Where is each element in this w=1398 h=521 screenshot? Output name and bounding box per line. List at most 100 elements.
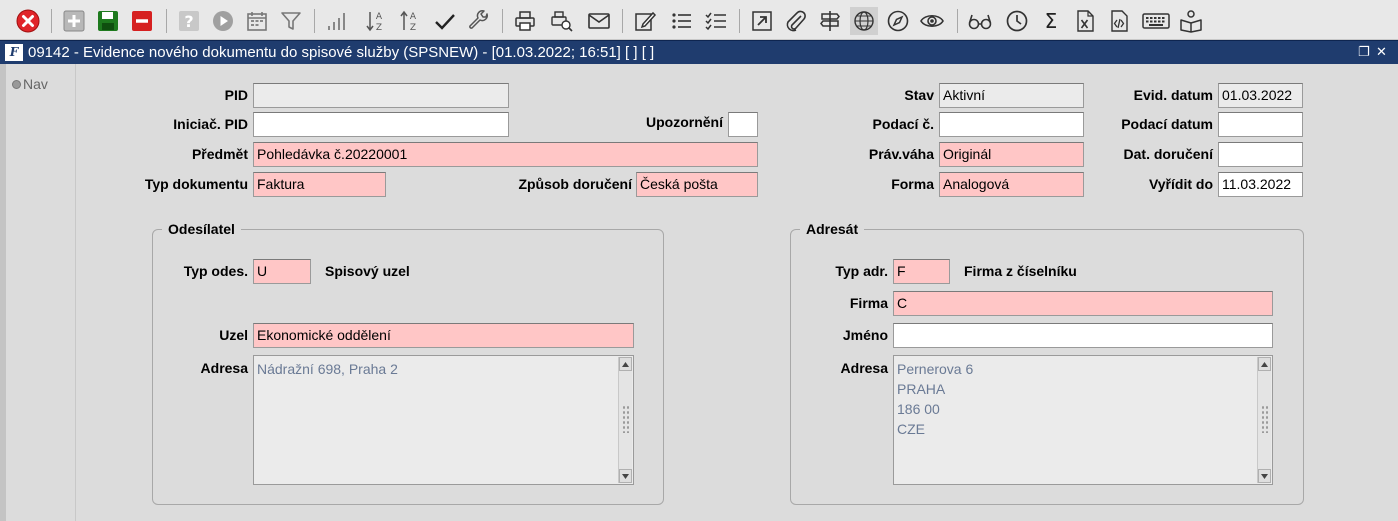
- scroll-down-icon[interactable]: [1258, 469, 1271, 483]
- typ-dokumentu-label: Typ dokumentu: [144, 176, 248, 192]
- scroll-grip[interactable]: [622, 405, 629, 433]
- open-external-icon[interactable]: [748, 7, 776, 35]
- typ-adr-label: Typ adr.: [835, 263, 888, 279]
- radio-icon: [12, 79, 21, 89]
- upozorneni-field[interactable]: [728, 112, 758, 137]
- window-close-icon[interactable]: ✕: [1376, 44, 1387, 60]
- adresat-adresa-scrollbar[interactable]: [1257, 357, 1271, 483]
- edit-icon[interactable]: [631, 7, 659, 35]
- upozorneni-label: Upozornění: [646, 114, 723, 130]
- dat-doruceni-field[interactable]: [1218, 142, 1303, 167]
- vyridit-do-label: Vyřídit do: [1148, 176, 1213, 192]
- firma-label: Firma: [849, 295, 888, 311]
- reader-icon[interactable]: [1177, 7, 1205, 35]
- play-icon[interactable]: [209, 7, 237, 35]
- adresat-adresa-label: Adresa: [840, 360, 888, 376]
- sum-icon[interactable]: Σ: [1037, 7, 1065, 35]
- jmeno-label: Jméno: [842, 327, 888, 343]
- forma-field[interactable]: Analogová: [939, 172, 1084, 197]
- nav-label: Nav: [23, 76, 48, 92]
- pid-label: PID: [224, 87, 248, 103]
- odesilatel-title: Odesílatel: [162, 220, 241, 238]
- wrench-icon[interactable]: [465, 7, 493, 35]
- svg-text:Z: Z: [376, 23, 382, 33]
- evid-datum-field[interactable]: 01.03.2022: [1218, 83, 1303, 108]
- eye-icon[interactable]: [918, 7, 946, 35]
- compass-icon[interactable]: [884, 7, 912, 35]
- firma-field[interactable]: C: [893, 291, 1273, 316]
- odesilatel-adresa-label: Adresa: [200, 360, 248, 376]
- adresa-line: Nádražní 698, Praha 2: [257, 361, 398, 377]
- zpusob-doruceni-label: Způsob doručení: [518, 176, 632, 192]
- typ-adr-field[interactable]: F: [893, 259, 950, 284]
- window-title-bar: F 09142 - Evidence nového dokumentu do s…: [0, 40, 1398, 64]
- globe-icon[interactable]: [850, 7, 878, 35]
- stav-field[interactable]: Aktivní: [939, 83, 1084, 108]
- podaci-c-label: Podací č.: [872, 116, 934, 132]
- predmet-field[interactable]: Pohledávka č.20220001: [253, 142, 758, 167]
- podaci-c-field[interactable]: [939, 112, 1084, 137]
- uzel-label: Uzel: [219, 327, 248, 343]
- uzel-field[interactable]: Ekonomické oddělení: [253, 323, 634, 348]
- close-icon[interactable]: [14, 7, 42, 35]
- list-icon[interactable]: [668, 7, 696, 35]
- adresa-line: CZE: [897, 421, 925, 437]
- mail-icon[interactable]: [585, 7, 613, 35]
- svg-text:Σ: Σ: [1045, 9, 1058, 33]
- print-icon[interactable]: [511, 7, 539, 35]
- prav-vaha-field[interactable]: Originál: [939, 142, 1084, 167]
- excel-icon[interactable]: [1071, 7, 1099, 35]
- forma-label: Forma: [891, 176, 934, 192]
- checklist-icon[interactable]: [702, 7, 730, 35]
- sort-desc-icon[interactable]: AZ: [362, 7, 390, 35]
- pid-field[interactable]: [253, 83, 509, 108]
- svg-text:Z: Z: [410, 23, 416, 33]
- restore-icon[interactable]: ❐: [1358, 44, 1370, 60]
- scroll-up-icon[interactable]: [619, 357, 632, 371]
- bar-chart-icon[interactable]: [323, 7, 351, 35]
- signpost-icon[interactable]: [816, 7, 844, 35]
- scroll-up-icon[interactable]: [1258, 357, 1271, 371]
- scroll-down-icon[interactable]: [619, 469, 632, 483]
- window-title: 09142 - Evidence nového dokumentu do spi…: [28, 44, 655, 61]
- toolbar: ? AZ AZ Σ: [0, 0, 1398, 40]
- podaci-datum-field[interactable]: [1218, 112, 1303, 137]
- clock-icon[interactable]: [1003, 7, 1031, 35]
- delete-icon[interactable]: [128, 7, 156, 35]
- typ-dokumentu-field[interactable]: Faktura: [253, 172, 386, 197]
- svg-text:A: A: [410, 12, 417, 22]
- prav-vaha-label: Práv.váha: [868, 146, 934, 162]
- calendar-icon[interactable]: [243, 7, 271, 35]
- save-icon[interactable]: [94, 7, 122, 35]
- typ-odes-desc: Spisový uzel: [325, 263, 410, 279]
- podaci-datum-label: Podací datum: [1121, 116, 1213, 132]
- odesilatel-adresa-scrollbar[interactable]: [618, 357, 632, 483]
- adresat-adresa-textarea[interactable]: Pernerova 6 PRAHA 186 00 CZE: [893, 355, 1273, 485]
- typ-odes-field[interactable]: U: [253, 259, 311, 284]
- glasses-icon[interactable]: [966, 7, 994, 35]
- print-preview-icon[interactable]: [547, 7, 575, 35]
- scroll-grip[interactable]: [1261, 405, 1268, 433]
- sort-asc-icon[interactable]: AZ: [396, 7, 424, 35]
- keyboard-icon[interactable]: [1141, 7, 1171, 35]
- dat-doruceni-label: Dat. doručení: [1123, 146, 1213, 162]
- iniciac-pid-field[interactable]: [253, 112, 509, 137]
- typ-odes-label: Typ odes.: [183, 263, 248, 279]
- check-icon[interactable]: [431, 7, 459, 35]
- adresat-title: Adresát: [800, 220, 865, 238]
- iniciac-pid-label: Iniciač. PID: [173, 116, 248, 132]
- nav-item[interactable]: Nav: [12, 76, 48, 92]
- left-nav: Nav: [0, 64, 76, 521]
- odesilatel-adresa-textarea[interactable]: Nádražní 698, Praha 2: [253, 355, 634, 485]
- jmeno-field[interactable]: [893, 323, 1273, 348]
- adresa-line: 186 00: [897, 401, 940, 417]
- stav-label: Stav: [904, 87, 934, 103]
- vyridit-do-field[interactable]: 11.03.2022: [1218, 172, 1303, 197]
- code-file-icon[interactable]: [1105, 7, 1133, 35]
- zpusob-doruceni-field[interactable]: Česká pošta: [636, 172, 758, 197]
- help-icon[interactable]: ?: [175, 7, 203, 35]
- filter-icon[interactable]: [277, 7, 305, 35]
- add-icon[interactable]: [60, 7, 88, 35]
- attachment-icon[interactable]: [782, 7, 810, 35]
- adresa-line: Pernerova 6: [897, 361, 974, 377]
